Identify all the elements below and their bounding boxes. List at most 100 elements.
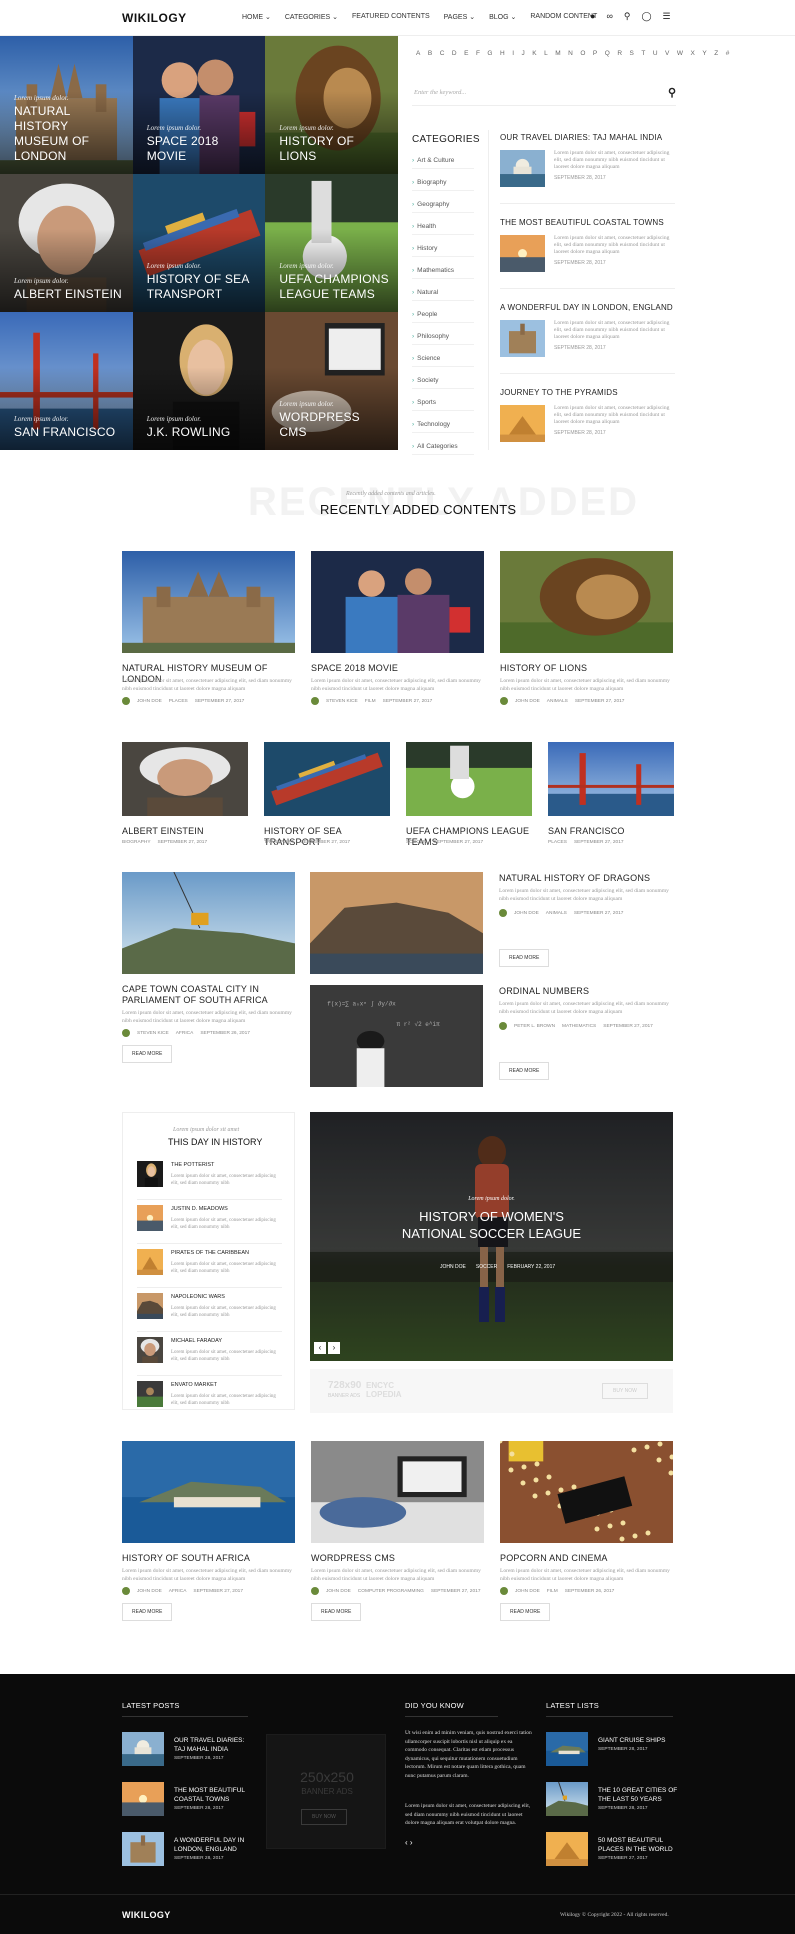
alphabet-letter[interactable]: L <box>544 50 548 57</box>
history-title[interactable]: THE POTTERIST <box>171 1162 214 1168</box>
alphabet-letter[interactable]: G <box>487 50 492 57</box>
post-image[interactable] <box>406 742 532 816</box>
meta-category[interactable]: SOCCER <box>476 1264 497 1270</box>
meta-category[interactable]: AFRICA <box>176 1031 194 1036</box>
footer-post[interactable]: THE 10 GREAT CITIES OF THE LAST 50 YEARS… <box>546 1782 678 1822</box>
category-item[interactable]: › Society <box>412 377 474 389</box>
history-title[interactable]: JUSTIN D. MEADOWS <box>171 1206 228 1212</box>
meta-author[interactable]: JOHN DOE <box>515 699 540 704</box>
side-post-title[interactable]: THE MOST BEAUTIFUL COASTAL TOWNS <box>500 218 675 227</box>
post-image[interactable] <box>500 1441 673 1543</box>
search-icon[interactable]: ⚲ <box>624 11 631 22</box>
footer-logo[interactable]: WIKILOGY <box>122 1910 171 1920</box>
post-title[interactable]: CAPE TOWN COASTAL CITY IN PARLIAMENT OF … <box>122 984 295 1006</box>
hero-title[interactable]: HISTORY OF LIONS <box>279 134 390 164</box>
history-item[interactable]: ENVATO MARKET Lorem ipsum dolor sit amet,… <box>137 1381 282 1417</box>
banner-buy-button[interactable]: BUY NOW <box>602 1383 648 1399</box>
alphabet-letter[interactable]: K <box>532 50 536 57</box>
meta-category[interactable]: SOCCER <box>406 840 427 845</box>
meta-category[interactable]: COMPUTER PROGRAMMING <box>358 1589 424 1594</box>
category-item[interactable]: › Mathematics <box>412 267 474 279</box>
slider-next-button[interactable]: › <box>328 1342 340 1354</box>
post-title[interactable]: POPCORN AND CINEMA <box>500 1553 673 1564</box>
meta-category[interactable]: FILM <box>547 1589 558 1594</box>
alphabet-letter[interactable]: I <box>512 50 514 57</box>
footer-post[interactable]: THE MOST BEAUTIFUL COASTAL TOWNS SEPTEMBE… <box>122 1782 252 1822</box>
history-title[interactable]: PIRATES OF THE CARIBBEAN <box>171 1250 249 1256</box>
nav-blog[interactable]: BLOG ⌄ <box>489 13 516 21</box>
search-icon[interactable]: ⚲ <box>668 86 676 99</box>
side-post[interactable]: OUR TRAVEL DIARIES: TAJ MAHAL INDIA Lorem… <box>500 133 675 204</box>
post-image[interactable] <box>310 872 483 974</box>
hero-title[interactable]: WORDPRESS CMS <box>279 410 390 440</box>
history-title[interactable]: ENVATO MARKET <box>171 1382 217 1388</box>
history-item[interactable]: JUSTIN D. MEADOWS Lorem ipsum dolor sit a… <box>137 1205 282 1244</box>
category-item[interactable]: › Natural <box>412 289 474 301</box>
alphabet-letter[interactable]: R <box>617 50 622 57</box>
feature-slider[interactable]: Lorem ipsum dolor. HISTORY OF WOMEN'S NA… <box>310 1112 673 1361</box>
category-item[interactable]: › Health <box>412 223 474 235</box>
user-icon[interactable]: ● <box>590 11 595 22</box>
hero-tile[interactable]: Lorem ipsum dolor. SAN FRANCISCO <box>0 312 133 450</box>
alphabet-letter[interactable]: Q <box>605 50 610 57</box>
post-image[interactable] <box>122 872 295 974</box>
side-post-title[interactable]: OUR TRAVEL DIARIES: TAJ MAHAL INDIA <box>500 133 675 142</box>
hero-title[interactable]: SAN FRANCISCO <box>14 425 125 440</box>
post-title[interactable]: HISTORY OF SOUTH AFRICA <box>122 1553 295 1564</box>
category-item[interactable]: › Sports <box>412 399 474 411</box>
meta-author[interactable]: JOHN DOE <box>515 1589 540 1594</box>
alphabet-letter[interactable]: E <box>464 50 468 57</box>
footer-post-title[interactable]: A WONDERFUL DAY IN LONDON, ENGLAND <box>174 1836 254 1854</box>
post-title[interactable]: ALBERT EINSTEIN <box>122 826 248 837</box>
alphabet-letter[interactable]: M <box>555 50 560 57</box>
nav-pages[interactable]: PAGES ⌄ <box>444 13 475 21</box>
hero-tile[interactable]: Lorem ipsum dolor. SPACE 2018 MOVIE <box>132 36 266 174</box>
post-image[interactable] <box>548 742 674 816</box>
site-logo[interactable]: WIKILOGY <box>122 11 187 25</box>
side-post-title[interactable]: A WONDERFUL DAY IN LONDON, ENGLAND <box>500 303 675 312</box>
meta-author[interactable]: STEVEN KICE <box>326 699 358 704</box>
alphabet-letter[interactable]: A <box>416 50 420 57</box>
nav-home[interactable]: HOME ⌄ <box>242 13 271 21</box>
alphabet-letter[interactable]: J <box>522 50 525 57</box>
footer-post-title[interactable]: THE 10 GREAT CITIES OF THE LAST 50 YEARS <box>598 1786 678 1804</box>
read-more-button[interactable]: READ MORE <box>122 1045 173 1063</box>
globe-icon[interactable]: ◯ <box>641 11 651 22</box>
post-image[interactable] <box>122 1441 295 1543</box>
meta-author[interactable]: JOHN DOE <box>137 1589 162 1594</box>
history-item[interactable]: NAPOLEONIC WARS Lorem ipsum dolor sit ame… <box>137 1293 282 1332</box>
meta-category[interactable]: PLACES <box>169 699 188 704</box>
category-item[interactable]: › All Categories <box>412 443 474 455</box>
post-image[interactable] <box>122 742 248 816</box>
category-item[interactable]: › Technology <box>412 421 474 433</box>
meta-category[interactable]: ANIMALS <box>546 911 567 916</box>
hero-tile[interactable]: Lorem ipsum dolor. HISTORY OF SEA TRANSPO… <box>132 174 266 312</box>
footer-post[interactable]: A WONDERFUL DAY IN LONDON, ENGLAND SEPTEM… <box>122 1832 252 1872</box>
side-post[interactable]: THE MOST BEAUTIFUL COASTAL TOWNS Lorem ip… <box>500 218 675 289</box>
hero-tile[interactable]: Lorem ipsum dolor. UEFA CHAMPIONS LEAGUE … <box>265 174 399 312</box>
feature-title[interactable]: HISTORY OF WOMEN'S NATIONAL SOCCER LEAGU… <box>390 1208 593 1242</box>
post-title[interactable]: HISTORY OF LIONS <box>500 663 673 674</box>
alphabet-letter[interactable]: T <box>641 50 645 57</box>
post-image[interactable] <box>122 551 295 653</box>
category-item[interactable]: › Biography <box>412 179 474 191</box>
alphabet-letter[interactable]: U <box>653 50 658 57</box>
did-you-know-arrows[interactable]: ‹ › <box>405 1838 413 1847</box>
meta-category[interactable]: BIOGRAPHY <box>122 840 151 845</box>
alphabet-letter[interactable]: F <box>476 50 480 57</box>
nav-categories[interactable]: CATEGORIES ⌄ <box>285 13 338 21</box>
read-more-button[interactable]: READ MORE <box>311 1603 362 1621</box>
post-image[interactable] <box>311 551 484 653</box>
post-title[interactable]: SAN FRANCISCO <box>548 826 674 837</box>
side-post-thumb[interactable] <box>500 405 545 442</box>
footer-post[interactable]: 50 MOST BEAUTIFUL PLACES IN THE WORLD SEP… <box>546 1832 676 1872</box>
read-more-button[interactable]: READ MORE <box>500 1603 551 1621</box>
alphabet-letter[interactable]: W <box>677 50 683 57</box>
search-input[interactable]: Enter the keyword... <box>414 89 466 96</box>
meta-category[interactable]: ANIMALS <box>547 699 568 704</box>
alphabet-letter[interactable]: X <box>691 50 695 57</box>
hero-tile[interactable]: Lorem ipsum dolor. ALBERT EINSTEIN <box>0 174 133 312</box>
history-title[interactable]: MICHAEL FARADAY <box>171 1338 222 1344</box>
alphabet-letter[interactable]: H <box>500 50 505 57</box>
menu-icon[interactable]: ☰ <box>663 11 671 22</box>
